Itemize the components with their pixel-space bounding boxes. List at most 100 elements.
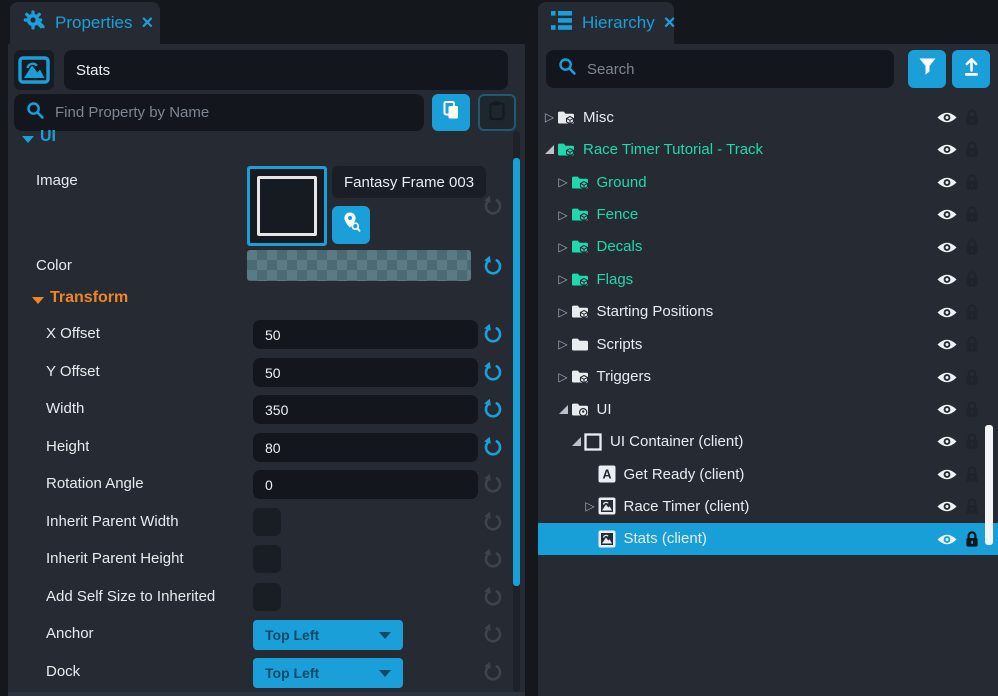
object-name-input[interactable]: Stats xyxy=(64,50,508,90)
lock-icon[interactable] xyxy=(964,335,980,353)
tree-item-race-timer-client[interactable]: ▷ Race Timer (client) xyxy=(538,490,998,522)
image-asset-thumbnail[interactable] xyxy=(247,166,327,246)
tree-item-get-ready-client[interactable]: AGet Ready (client) xyxy=(538,458,998,490)
visibility-eye-icon[interactable] xyxy=(936,434,958,449)
tree-item-misc[interactable]: ▷ Misc xyxy=(538,101,998,133)
dock-row: Dock Top Left xyxy=(8,658,525,688)
visibility-eye-icon[interactable] xyxy=(936,175,958,190)
tree-item-label: Race Timer Tutorial - Track xyxy=(583,141,763,158)
visibility-eye-icon[interactable] xyxy=(936,402,958,417)
visibility-eye-icon[interactable] xyxy=(936,499,958,514)
x-offset-reset-button[interactable] xyxy=(481,322,505,346)
anchor-dropdown-value: Top Left xyxy=(265,627,319,643)
image-asset-name-badge[interactable]: Fantasy Frame 003 xyxy=(332,166,486,198)
rotation-angle-input[interactable]: 0 xyxy=(253,470,478,499)
collapse-arrow-icon[interactable] xyxy=(556,405,571,414)
tree-item-starting-positions[interactable]: ▷ Starting Positions xyxy=(538,296,998,328)
expand-arrow-icon[interactable]: ▷ xyxy=(556,176,571,188)
visibility-eye-icon[interactable] xyxy=(936,467,958,482)
expand-arrow-icon[interactable]: ▷ xyxy=(556,371,571,383)
folder-icon xyxy=(571,337,597,352)
find-asset-button[interactable] xyxy=(332,206,370,244)
tree-item-fence[interactable]: ▷ Fence xyxy=(538,198,998,230)
color-swatch[interactable] xyxy=(247,250,471,281)
expand-arrow-icon[interactable]: ▷ xyxy=(583,500,598,512)
tree-item-triggers[interactable]: ▷ Triggers xyxy=(538,361,998,393)
lock-icon[interactable] xyxy=(964,108,980,126)
tree-item-stats-client[interactable]: Stats (client) xyxy=(538,523,998,555)
visibility-eye-icon[interactable] xyxy=(936,305,958,320)
tree-item-label: Misc xyxy=(583,109,614,126)
collapse-arrow-icon[interactable] xyxy=(542,145,557,154)
lock-icon[interactable] xyxy=(964,497,980,515)
export-button[interactable] xyxy=(952,50,990,88)
properties-scrollbar-thumb[interactable] xyxy=(513,158,520,586)
width-input[interactable]: 350 xyxy=(253,395,478,424)
lock-icon[interactable] xyxy=(964,303,980,321)
tree-item-decals[interactable]: ▷ Decals xyxy=(538,231,998,263)
lock-icon[interactable] xyxy=(964,238,980,256)
filter-button[interactable] xyxy=(908,50,946,88)
tree-item-race-timer-tutorial-track[interactable]: Race Timer Tutorial - Track xyxy=(538,133,998,165)
lock-icon[interactable] xyxy=(964,368,980,386)
dock-label: Dock xyxy=(46,663,80,680)
expand-arrow-icon[interactable]: ▷ xyxy=(556,241,571,253)
tree-item-ground[interactable]: ▷ Ground xyxy=(538,166,998,198)
inherit-parent-height-checkbox[interactable] xyxy=(253,545,281,573)
expand-arrow-icon[interactable]: ▷ xyxy=(556,209,571,221)
hierarchy-tab-close-icon[interactable]: × xyxy=(664,13,676,33)
visibility-eye-icon[interactable] xyxy=(936,207,958,222)
height-reset-button[interactable] xyxy=(481,435,505,459)
transform-section-collapse-icon[interactable] xyxy=(32,297,44,304)
collapse-arrow-icon[interactable] xyxy=(569,437,584,446)
expand-arrow-icon[interactable]: ▷ xyxy=(542,111,557,123)
tree-item-label: Decals xyxy=(597,238,643,255)
anchor-row: AnchorTop Left xyxy=(8,620,525,650)
lock-icon[interactable] xyxy=(964,173,980,191)
x-offset-input[interactable]: 50 xyxy=(253,320,478,349)
tree-item-scripts[interactable]: ▷ Scripts xyxy=(538,328,998,360)
lock-icon[interactable] xyxy=(964,530,980,548)
visibility-eye-icon[interactable] xyxy=(936,110,958,125)
paste-properties-button[interactable] xyxy=(478,94,516,131)
lock-icon[interactable] xyxy=(964,465,980,483)
color-reset-button[interactable] xyxy=(481,254,505,278)
tree-item-flags[interactable]: ▷ Flags xyxy=(538,263,998,295)
y-offset-input[interactable]: 50 xyxy=(253,358,478,387)
tree-item-ui[interactable]: UI xyxy=(538,393,998,425)
lock-icon[interactable] xyxy=(964,140,980,158)
hierarchy-search-input[interactable]: Search xyxy=(546,50,894,88)
anchor-dropdown[interactable]: Top Left xyxy=(253,620,403,650)
height-input[interactable]: 80 xyxy=(253,433,478,462)
visibility-eye-icon[interactable] xyxy=(936,370,958,385)
copy-properties-button[interactable] xyxy=(432,94,470,131)
find-property-input[interactable]: Find Property by Name xyxy=(14,94,424,131)
lock-icon[interactable] xyxy=(964,432,980,450)
find-property-placeholder: Find Property by Name xyxy=(55,104,209,121)
dock-dropdown[interactable]: Top Left xyxy=(253,658,403,688)
hierarchy-tab[interactable]: Hierarchy × xyxy=(538,2,674,44)
tree-item-label: Scripts xyxy=(597,336,643,353)
expand-arrow-icon[interactable]: ▷ xyxy=(556,273,571,285)
lock-icon[interactable] xyxy=(964,400,980,418)
expand-arrow-icon[interactable]: ▷ xyxy=(556,306,571,318)
visibility-eye-icon[interactable] xyxy=(936,272,958,287)
y-offset-reset-button[interactable] xyxy=(481,360,505,384)
visibility-eye-icon[interactable] xyxy=(936,240,958,255)
visibility-eye-icon[interactable] xyxy=(936,337,958,352)
expand-arrow-icon[interactable]: ▷ xyxy=(556,338,571,350)
properties-tab-close-icon[interactable]: × xyxy=(141,13,153,33)
hierarchy-tab-title: Hierarchy xyxy=(582,13,655,33)
hierarchy-scrollbar-thumb[interactable] xyxy=(985,425,993,545)
visibility-eye-icon[interactable] xyxy=(936,532,958,547)
ui-section-collapse-icon[interactable] xyxy=(22,136,34,143)
add-self-size-to-inherited-checkbox[interactable] xyxy=(253,583,281,611)
tree-item-ui-container-client[interactable]: UI Container (client) xyxy=(538,425,998,457)
width-reset-button[interactable] xyxy=(481,397,505,421)
properties-tab[interactable]: Properties × xyxy=(10,2,160,44)
visibility-eye-icon[interactable] xyxy=(936,142,958,157)
lock-icon[interactable] xyxy=(964,270,980,288)
inherit-parent-width-checkbox[interactable] xyxy=(253,508,281,536)
lock-icon[interactable] xyxy=(964,205,980,223)
expand-triangle: ▷ xyxy=(558,306,567,318)
